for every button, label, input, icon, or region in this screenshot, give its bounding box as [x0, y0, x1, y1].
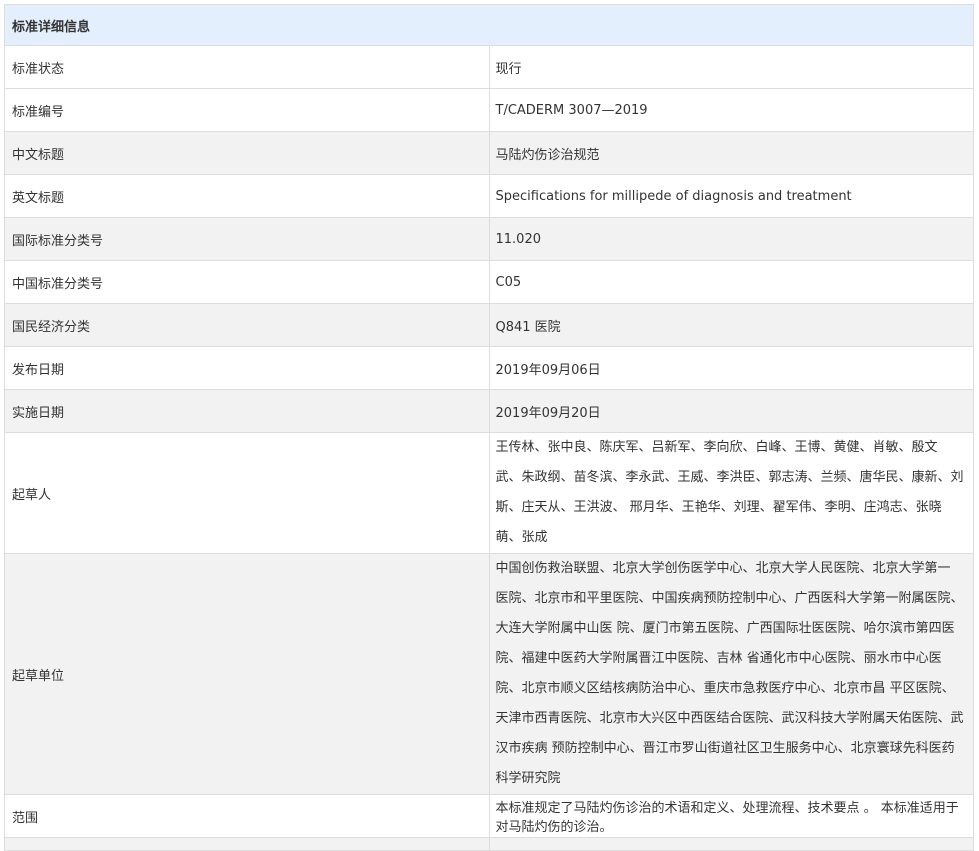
table-row-chinese-title: 中文标题 马陆灼伤诊治规范 — [4, 131, 974, 175]
table-row-drafting-units: 起草单位 中国创伤救治联盟、北京大学创伤医学中心、北京大学人民医院、北京大学第一… — [4, 553, 974, 795]
row-label: 发布日期 — [4, 346, 490, 390]
table-row-publish-date: 发布日期 2019年09月06日 — [4, 346, 974, 390]
table-row-standard-number: 标准编号 T/CADERM 3007—2019 — [4, 88, 974, 132]
row-value-empty — [488, 837, 974, 851]
row-value: 本标准规定了马陆灼伤诊治的术语和定义、处理流程、技术要点 。 本标准适用于对马陆… — [488, 794, 974, 838]
row-label: 中国标准分类号 — [4, 260, 490, 304]
row-value: 现行 — [488, 45, 974, 89]
row-label: 起草人 — [4, 432, 490, 554]
row-value: T/CADERM 3007—2019 — [488, 88, 974, 132]
row-value: Q841 医院 — [488, 303, 974, 347]
row-label: 英文标题 — [4, 174, 490, 218]
table-header-row: 标准详细信息 — [4, 4, 974, 46]
table-row-implement-date: 实施日期 2019年09月20日 — [4, 389, 974, 433]
table-title: 标准详细信息 — [4, 4, 974, 46]
table-row-ics: 国际标准分类号 11.020 — [4, 217, 974, 261]
table-row-status: 标准状态 现行 — [4, 45, 974, 89]
row-label: 中文标题 — [4, 131, 490, 175]
row-label: 范围 — [4, 794, 490, 838]
table-row-scope: 范围 本标准规定了马陆灼伤诊治的术语和定义、处理流程、技术要点 。 本标准适用于… — [4, 794, 974, 838]
row-label: 国际标准分类号 — [4, 217, 490, 261]
row-label-empty — [4, 837, 490, 851]
standard-detail-table: 标准详细信息 标准状态 现行 标准编号 T/CADERM 3007—2019 中… — [4, 4, 974, 851]
row-value: 王传林、张中良、陈庆军、吕新军、李向欣、白峰、王博、黄健、肖敏、殷文 武、朱政纲… — [488, 432, 974, 554]
row-label: 起草单位 — [4, 553, 490, 795]
row-value: 2019年09月06日 — [488, 346, 974, 390]
row-label: 国民经济分类 — [4, 303, 490, 347]
row-value: 马陆灼伤诊治规范 — [488, 131, 974, 175]
standard-detail-panel: 标准详细信息 标准状态 现行 标准编号 T/CADERM 3007—2019 中… — [4, 4, 974, 851]
row-label: 标准状态 — [4, 45, 490, 89]
table-row-english-title: 英文标题 Specifications for millipede of dia… — [4, 174, 974, 218]
row-label: 标准编号 — [4, 88, 490, 132]
row-label: 实施日期 — [4, 389, 490, 433]
row-value: Specifications for millipede of diagnosi… — [488, 174, 974, 218]
row-value: 2019年09月20日 — [488, 389, 974, 433]
table-row-economic-class: 国民经济分类 Q841 医院 — [4, 303, 974, 347]
row-value: 11.020 — [488, 217, 974, 261]
table-row-drafters: 起草人 王传林、张中良、陈庆军、吕新军、李向欣、白峰、王博、黄健、肖敏、殷文 武… — [4, 432, 974, 554]
table-row-ccs: 中国标准分类号 C05 — [4, 260, 974, 304]
row-value: 中国创伤救治联盟、北京大学创伤医学中心、北京大学人民医院、北京大学第一 医院、北… — [488, 553, 974, 795]
row-value: C05 — [488, 260, 974, 304]
table-row-partial — [4, 837, 974, 851]
